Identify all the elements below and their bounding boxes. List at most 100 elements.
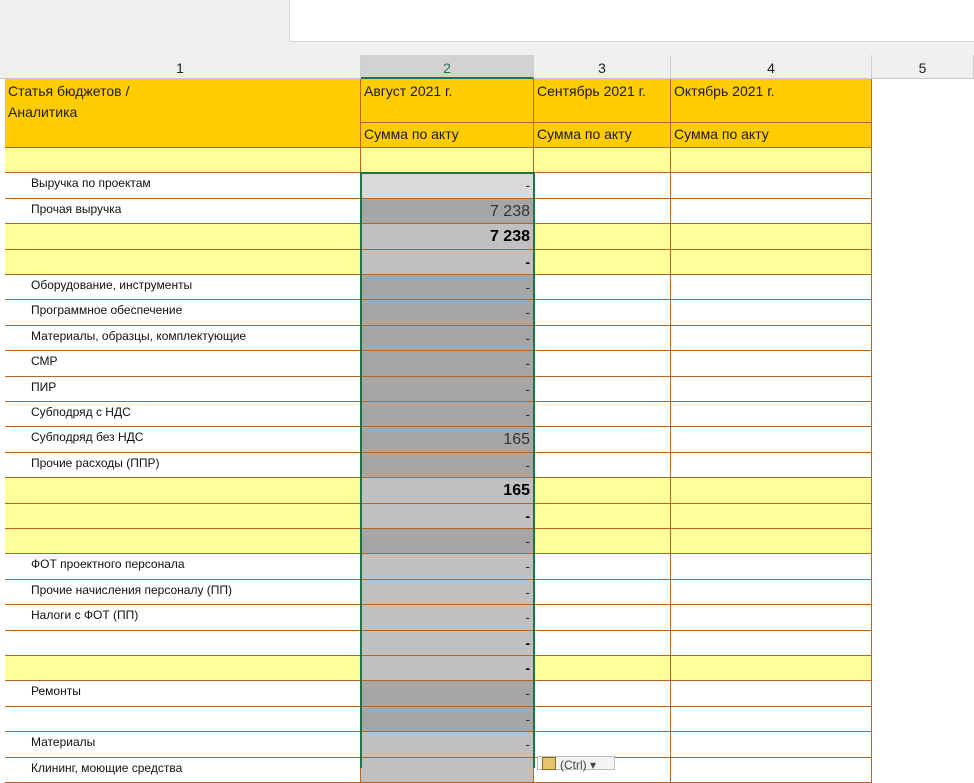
row-label-cell[interactable]: Налоги с ФОТ (ПП) <box>5 605 361 631</box>
column-header-2[interactable]: 2 <box>361 55 534 79</box>
row-label-cell[interactable] <box>5 529 361 554</box>
row-value-august[interactable]: - <box>361 250 534 275</box>
row-value-august[interactable]: - <box>361 351 534 377</box>
row-value-september[interactable] <box>534 148 671 173</box>
row-value-october[interactable] <box>671 453 872 478</box>
row-label-cell[interactable]: Прочая выручка <box>5 199 361 224</box>
row-value-august[interactable]: - <box>361 732 534 758</box>
row-value-august[interactable]: - <box>361 504 534 529</box>
row-label-cell[interactable] <box>5 656 361 681</box>
row-value-october[interactable] <box>671 402 872 427</box>
row-label-cell[interactable]: Материалы <box>5 732 361 758</box>
row-value-september[interactable] <box>534 707 671 732</box>
row-label-cell[interactable]: Ремонты <box>5 681 361 707</box>
row-value-october[interactable] <box>671 707 872 732</box>
row-value-september[interactable] <box>534 656 671 681</box>
row-value-august[interactable] <box>361 758 534 783</box>
row-value-august[interactable]: - <box>361 580 534 605</box>
row-value-august[interactable]: - <box>361 707 534 732</box>
row-value-august[interactable]: - <box>361 631 534 656</box>
header-cell-sum-august[interactable]: Сумма по акту <box>361 123 534 148</box>
row-value-august[interactable]: - <box>361 605 534 631</box>
row-label-cell[interactable] <box>5 707 361 732</box>
row-value-september[interactable] <box>534 224 671 250</box>
row-value-september[interactable] <box>534 554 671 580</box>
row-value-august[interactable]: - <box>361 681 534 707</box>
row-value-september[interactable] <box>534 199 671 224</box>
row-value-august[interactable]: - <box>361 656 534 681</box>
column-header-5[interactable]: 5 <box>872 55 974 79</box>
row-label-cell[interactable] <box>5 504 361 529</box>
row-value-october[interactable] <box>671 173 872 199</box>
row-value-september[interactable] <box>534 529 671 554</box>
row-value-october[interactable] <box>671 656 872 681</box>
row-label-cell[interactable]: Прочие расходы (ППР) <box>5 453 361 478</box>
row-label-cell[interactable]: Оборудование, инструменты <box>5 275 361 300</box>
row-label-cell[interactable]: Клининг, моющие средства <box>5 758 361 783</box>
row-value-september[interactable] <box>534 326 671 351</box>
row-value-october[interactable] <box>671 504 872 529</box>
row-label-cell[interactable]: Субподряд без НДС <box>5 427 361 453</box>
row-value-august[interactable]: - <box>361 275 534 300</box>
row-value-october[interactable] <box>671 758 872 783</box>
row-value-october[interactable] <box>671 580 872 605</box>
row-value-september[interactable] <box>534 173 671 199</box>
column-header-1[interactable]: 1 <box>0 55 361 79</box>
row-value-october[interactable] <box>671 554 872 580</box>
row-value-october[interactable] <box>671 529 872 554</box>
row-value-october[interactable] <box>671 224 872 250</box>
row-label-cell[interactable]: ФОТ проектного персонала <box>5 554 361 580</box>
row-label-cell[interactable] <box>5 250 361 275</box>
row-label-cell[interactable] <box>5 148 361 173</box>
row-label-cell[interactable]: ПИР <box>5 377 361 402</box>
header-cell-sum-september[interactable]: Сумма по акту <box>534 123 671 148</box>
row-value-august[interactable]: - <box>361 402 534 427</box>
row-value-august[interactable]: 7 238 <box>361 224 534 250</box>
row-value-august[interactable]: - <box>361 300 534 326</box>
column-header-4[interactable]: 4 <box>671 55 872 79</box>
row-value-august[interactable]: 165 <box>361 427 534 453</box>
header-cell-month-august[interactable]: Август 2021 г. <box>361 79 534 123</box>
row-value-october[interactable] <box>671 631 872 656</box>
row-value-august[interactable]: - <box>361 377 534 402</box>
row-value-october[interactable] <box>671 377 872 402</box>
row-value-october[interactable] <box>671 148 872 173</box>
row-value-august[interactable]: - <box>361 554 534 580</box>
row-value-september[interactable] <box>534 631 671 656</box>
row-label-cell[interactable] <box>5 478 361 504</box>
row-value-october[interactable] <box>671 326 872 351</box>
row-value-october[interactable] <box>671 605 872 631</box>
row-value-october[interactable] <box>671 275 872 300</box>
header-cell-sum-october[interactable]: Сумма по акту <box>671 123 872 148</box>
row-value-october[interactable] <box>671 478 872 504</box>
row-value-september[interactable] <box>534 478 671 504</box>
row-value-october[interactable] <box>671 300 872 326</box>
row-value-august[interactable]: 7 238 <box>361 199 534 224</box>
row-value-august[interactable]: - <box>361 453 534 478</box>
row-value-september[interactable] <box>534 377 671 402</box>
row-label-cell[interactable]: Выручка по проектам <box>5 173 361 199</box>
row-value-september[interactable] <box>534 300 671 326</box>
column-header-3[interactable]: 3 <box>534 55 671 79</box>
row-value-october[interactable] <box>671 199 872 224</box>
row-value-september[interactable] <box>534 605 671 631</box>
row-value-september[interactable] <box>534 351 671 377</box>
row-value-august[interactable]: - <box>361 326 534 351</box>
row-value-september[interactable] <box>534 732 671 758</box>
row-label-cell[interactable] <box>5 631 361 656</box>
row-value-september[interactable] <box>534 275 671 300</box>
row-value-october[interactable] <box>671 427 872 453</box>
row-value-september[interactable] <box>534 504 671 529</box>
header-cell-month-october[interactable]: Октябрь 2021 г. <box>671 79 872 123</box>
row-label-cell[interactable]: Программное обеспечение <box>5 300 361 326</box>
row-value-august[interactable]: 165 <box>361 478 534 504</box>
row-value-october[interactable] <box>671 250 872 275</box>
row-value-september[interactable] <box>534 681 671 707</box>
row-value-october[interactable] <box>671 681 872 707</box>
row-value-august[interactable]: - <box>361 173 534 199</box>
row-label-cell[interactable]: Субподряд с НДС <box>5 402 361 427</box>
row-value-september[interactable] <box>534 580 671 605</box>
row-label-cell[interactable]: Материалы, образцы, комплектующие <box>5 326 361 351</box>
header-cell-article[interactable]: Статья бюджетов / Аналитика <box>5 79 361 148</box>
row-value-august[interactable]: - <box>361 529 534 554</box>
